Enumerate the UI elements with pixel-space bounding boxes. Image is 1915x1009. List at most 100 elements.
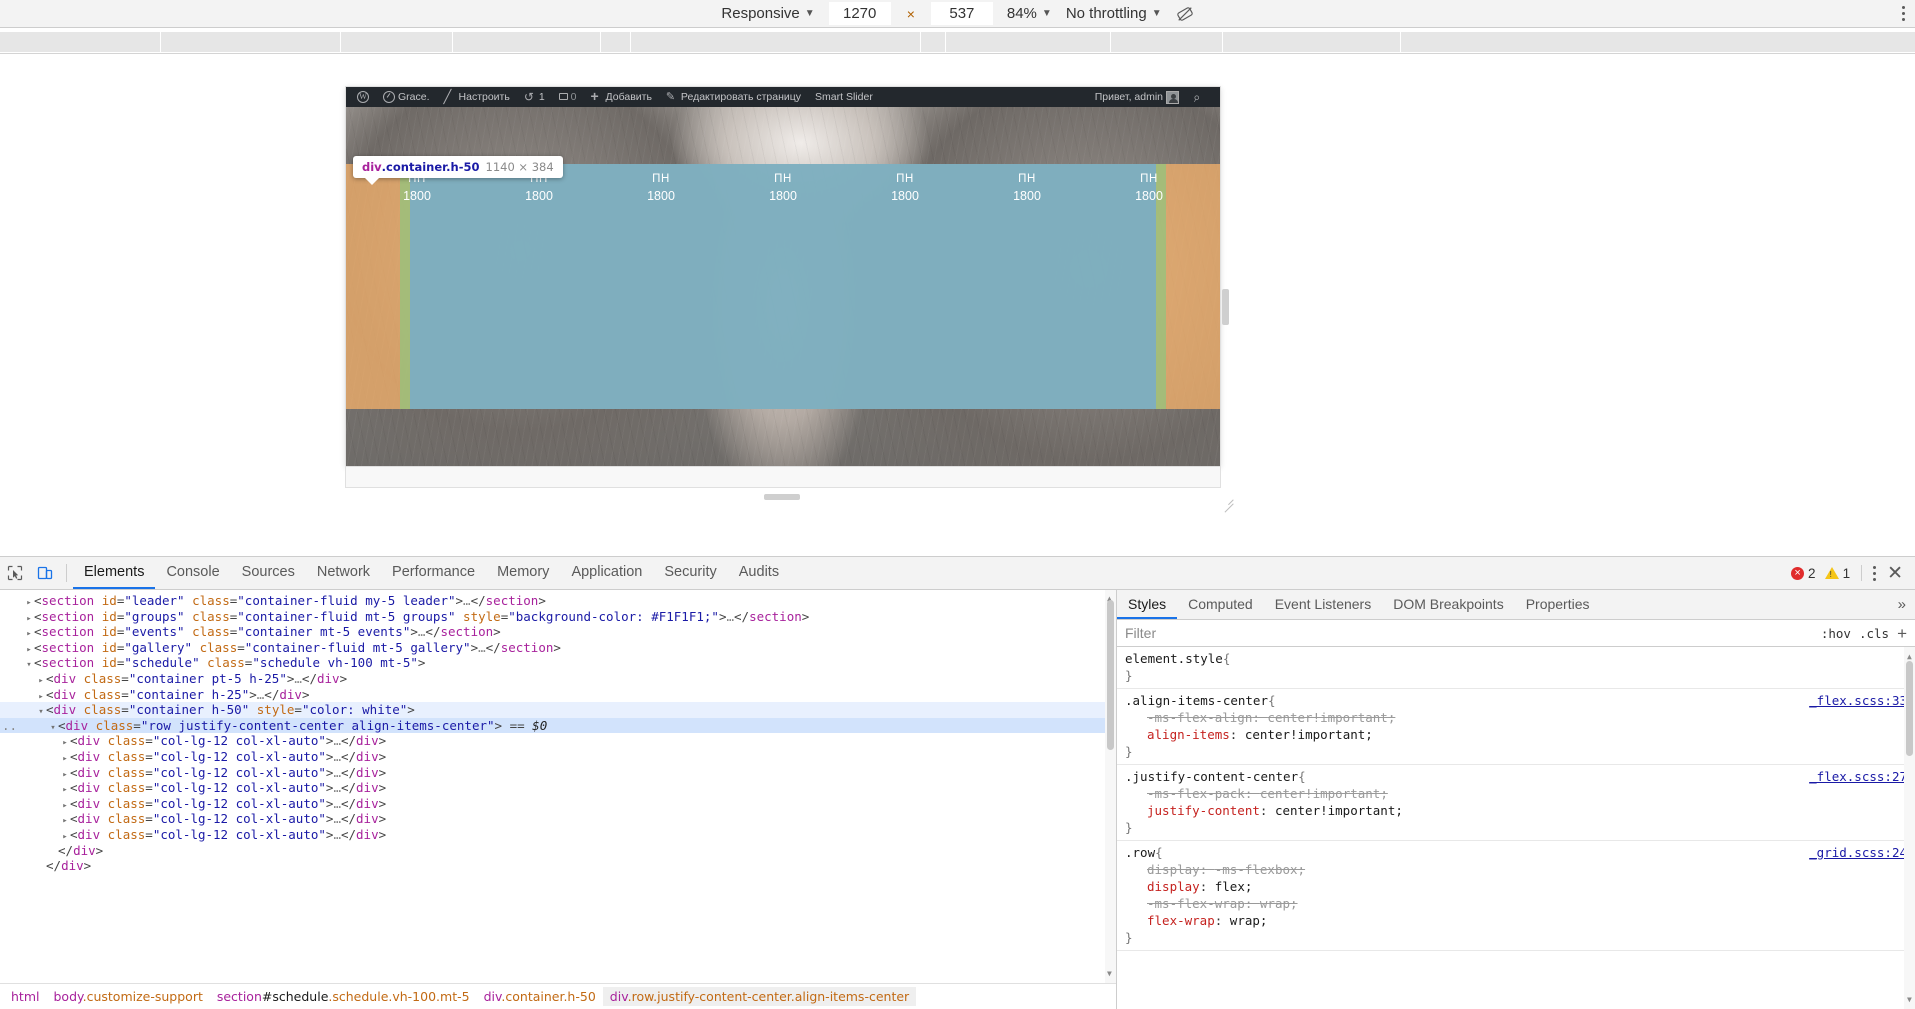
styles-tab-styles[interactable]: Styles [1117,590,1178,619]
css-value[interactable]: center!important; [1245,727,1373,742]
css-rule[interactable]: .align-items-center {_flex.scss:33 -ms-fl… [1117,689,1915,765]
scroll-down-arrow[interactable]: ▼ [1907,991,1912,1008]
tab-application[interactable]: Application [560,557,653,589]
css-rule-origin[interactable]: _flex.scss:33 [1797,692,1907,709]
css-value[interactable]: center!important; [1267,710,1395,725]
viewport-height-input[interactable]: 537 [930,2,993,25]
warning-count-badge[interactable]: 1 [1824,566,1850,581]
css-value[interactable]: center!important; [1275,803,1403,818]
dom-tree-node[interactable]: ▸ <div class="container h-25">…</div> [0,687,1116,703]
wp-logo-menu[interactable] [354,91,376,103]
dom-tree-node[interactable]: ▸ <div class="container pt-5 h-25">…</div… [0,671,1116,687]
css-selector[interactable]: .justify-content-center [1125,768,1298,785]
css-declaration[interactable]: display: -ms-flexbox; [1125,861,1907,878]
scrollbar-thumb[interactable] [1906,661,1913,756]
css-value[interactable]: wrap; [1230,913,1268,928]
css-property[interactable]: display [1147,862,1200,877]
toggle-device-toolbar-icon[interactable] [30,557,60,589]
scroll-down-arrow[interactable]: ▼ [1107,966,1112,982]
css-rule-origin[interactable]: _grid.scss:24 [1797,844,1907,861]
viewport-width-input[interactable]: 1270 [828,2,891,25]
css-rule-origin[interactable]: _flex.scss:27 [1797,768,1907,785]
device-preset-select[interactable]: Responsive ▼ [721,5,814,22]
css-rules-scrollbar[interactable]: ▲ ▼ [1904,647,1915,1009]
device-toolbar-menu-icon[interactable] [1902,6,1905,21]
wp-comments[interactable]: 0 [552,91,584,103]
breadcrumb-item[interactable]: html [4,987,46,1006]
tab-security[interactable]: Security [653,557,727,589]
dom-tree-node[interactable]: ▸ <div class="col-lg-12 col-xl-auto">…</d… [0,796,1116,812]
viewport-resize-handle-vertical[interactable] [764,494,800,500]
wp-user-menu[interactable]: Привет, admin [1088,90,1186,104]
tab-console[interactable]: Console [155,557,230,589]
dom-tree[interactable]: ▸ <section id="leader" class="container-f… [0,590,1116,983]
error-count-badge[interactable]: 2 [1791,566,1816,581]
css-rule[interactable]: .justify-content-center {_flex.scss:27 -m… [1117,765,1915,841]
wp-updates[interactable]: 1 [517,91,552,103]
wp-smart-slider[interactable]: Smart Slider [808,91,880,103]
styles-more-tabs-icon[interactable]: » [1889,590,1915,619]
css-declaration[interactable]: flex-wrap: wrap; [1125,912,1907,929]
wp-search-button[interactable] [1186,91,1212,103]
viewport-resize-handle-corner[interactable] [1222,492,1234,513]
hover-state-button[interactable]: :hov [1821,626,1851,641]
inspect-element-icon[interactable] [0,557,30,589]
breadcrumb-item[interactable]: section#schedule.schedule.vh-100.mt-5 [210,987,477,1006]
tab-sources[interactable]: Sources [231,557,306,589]
tab-audits[interactable]: Audits [728,557,790,589]
wp-edit-page[interactable]: Редактировать страницу [659,91,808,103]
dom-tree-node[interactable]: ▾ <div class="container h-50" style="colo… [0,702,1116,718]
wp-site-name[interactable]: Grace. [376,91,437,103]
dom-tree-node[interactable]: ▾ <section id="schedule" class="schedule … [0,655,1116,671]
wp-new-content[interactable]: Добавить [584,91,659,103]
styles-tab-dom-breakpoints[interactable]: DOM Breakpoints [1382,590,1514,619]
device-viewport[interactable]: Grace. Настроить 1 0 Добавить Редактиров… [346,87,1220,467]
dom-tree-node[interactable]: ▸ <section id="groups" class="container-f… [0,609,1116,625]
css-selector[interactable]: .row [1125,844,1155,861]
tab-memory[interactable]: Memory [486,557,560,589]
css-property[interactable]: -ms-flex-wrap [1147,896,1245,911]
css-value[interactable]: -ms-flexbox; [1215,862,1305,877]
zoom-select[interactable]: 84% ▼ [1007,5,1052,22]
css-rules-list[interactable]: element.style {} .align-items-center {_fl… [1117,647,1915,1009]
dom-tree-node[interactable]: ▸ <div class="col-lg-12 col-xl-auto">…</d… [0,765,1116,781]
viewport-resize-handle-horizontal[interactable] [1222,289,1229,325]
dom-tree-node[interactable]: ▸ <div class="col-lg-12 col-xl-auto">…</d… [0,827,1116,843]
css-declaration[interactable]: display: flex; [1125,878,1907,895]
dom-tree-node[interactable]: ▸ <div class="col-lg-12 col-xl-auto">…</d… [0,811,1116,827]
css-property[interactable]: flex-wrap [1147,913,1215,928]
css-selector[interactable]: .align-items-center [1125,692,1268,709]
devtools-more-options-icon[interactable] [1873,565,1877,581]
dom-tree-node[interactable]: ▸ <div class="col-lg-12 col-xl-auto">…</d… [0,780,1116,796]
css-declaration[interactable]: -ms-flex-align: center!important; [1125,709,1907,726]
dom-tree-node[interactable]: </div> [0,858,1116,874]
css-declaration[interactable]: -ms-flex-wrap: wrap; [1125,895,1907,912]
dom-tree-node[interactable]: ▸ <section id="gallery" class="container-… [0,640,1116,656]
css-property[interactable]: align-items [1147,727,1230,742]
breadcrumb-item[interactable]: div.row.justify-content-center.align-ite… [602,987,917,1006]
css-rule[interactable]: element.style {} [1117,647,1915,689]
dom-tree-node[interactable]: ▸ <div class="col-lg-12 col-xl-auto">…</d… [0,733,1116,749]
css-property[interactable]: display [1147,879,1200,894]
css-declaration[interactable]: align-items: center!important; [1125,726,1907,743]
css-property[interactable]: -ms-flex-pack [1147,786,1245,801]
css-property[interactable]: -ms-flex-align [1147,710,1252,725]
css-selector[interactable]: element.style [1125,650,1223,667]
dom-tree-node[interactable]: ▸ <section id="events" class="container m… [0,624,1116,640]
css-value[interactable]: center!important; [1260,786,1388,801]
css-property[interactable]: justify-content [1147,803,1260,818]
styles-filter-input[interactable] [1117,624,1813,642]
throttling-select[interactable]: No throttling ▼ [1066,5,1162,22]
breadcrumb-item[interactable]: body.customize-support [46,987,209,1006]
dom-tree-node[interactable]: </div> [0,843,1116,859]
element-classes-button[interactable]: .cls [1859,626,1889,641]
media-query-track[interactable] [0,32,1915,52]
tab-network[interactable]: Network [306,557,381,589]
scrollbar-thumb[interactable] [1107,600,1114,750]
wp-customize[interactable]: Настроить [437,91,517,103]
css-declaration[interactable]: -ms-flex-pack: center!important; [1125,785,1907,802]
close-devtools-icon[interactable]: ✕ [1885,564,1905,583]
tab-elements[interactable]: Elements [73,557,156,589]
tab-performance[interactable]: Performance [381,557,486,589]
css-declaration[interactable]: justify-content: center!important; [1125,802,1907,819]
